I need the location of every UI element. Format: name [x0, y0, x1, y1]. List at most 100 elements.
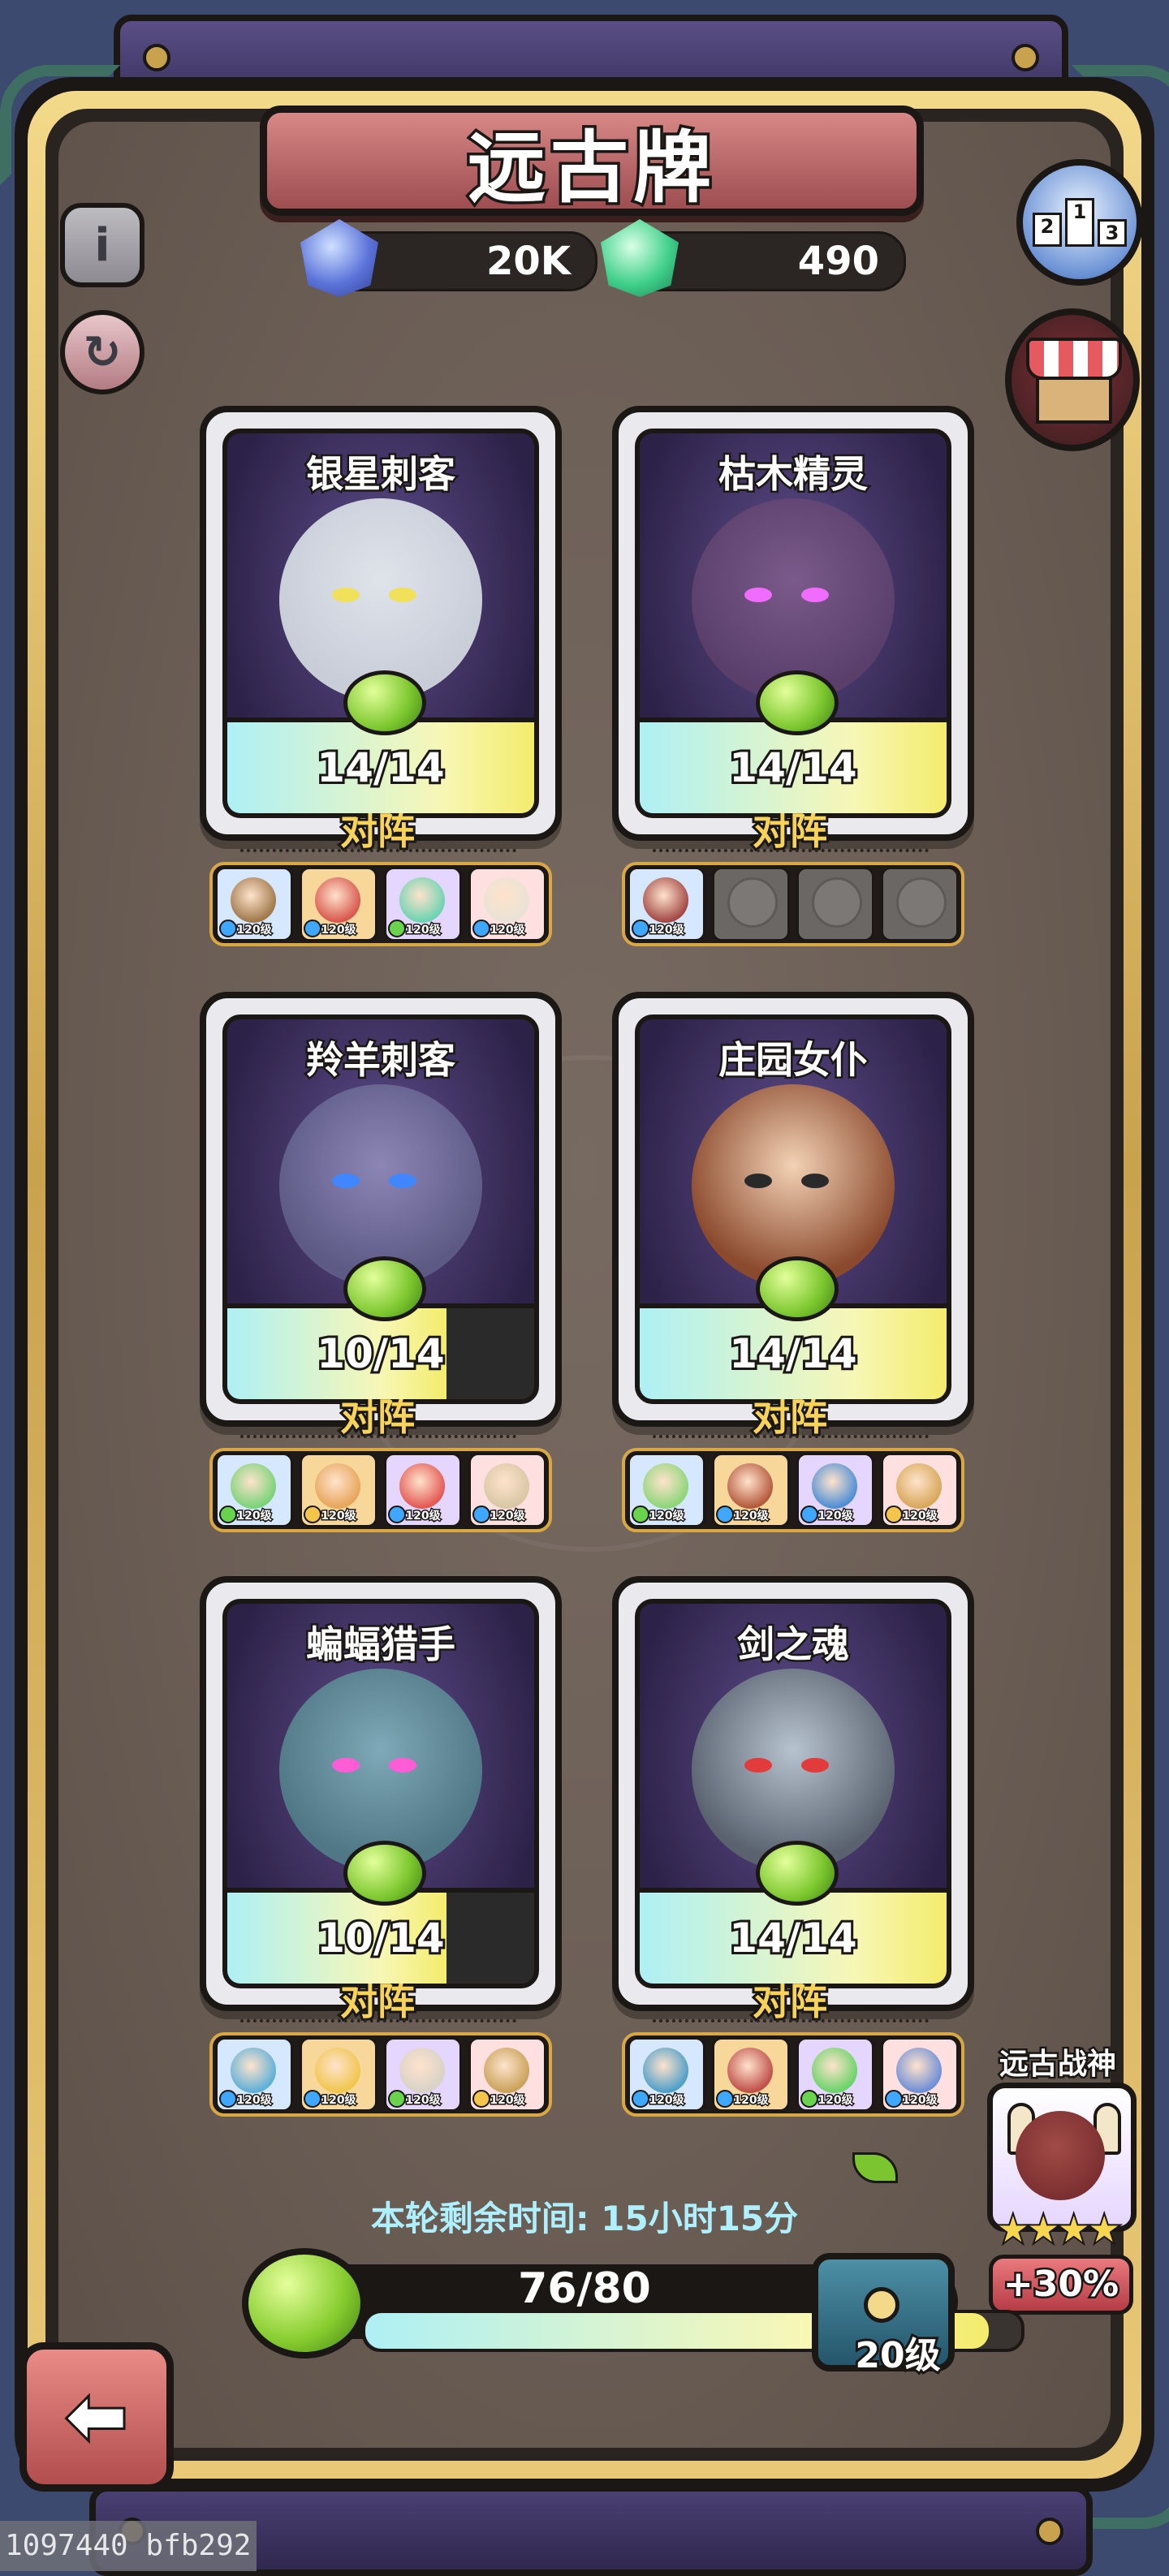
team-hero-portrait[interactable]: 120级 — [881, 2037, 959, 2112]
hero-face — [484, 2048, 529, 2093]
hero-level: 120级 — [817, 2093, 854, 2109]
card-progress-text: 14/14 — [727, 1912, 859, 1964]
hero-level: 120级 — [817, 1509, 854, 1524]
boss-title: 远古战神 — [997, 2046, 1118, 2083]
timer-value: 15小时15分 — [601, 2199, 799, 2238]
team-hero-portrait[interactable]: 120级 — [215, 867, 293, 941]
hero-face — [812, 2048, 857, 2093]
shop-button[interactable] — [1005, 308, 1140, 451]
portrait-eye — [801, 1174, 829, 1188]
card-artwork: 枯木精灵 14/14 — [635, 429, 951, 818]
team-hero-portrait[interactable]: 120级 — [796, 2037, 874, 2112]
refresh-button[interactable]: ↻ — [60, 310, 145, 394]
ancient-card[interactable]: 枯木精灵 14/14 — [612, 406, 974, 841]
team-hero-empty-slot — [881, 867, 959, 941]
team-hero-portrait[interactable]: 120级 — [628, 2037, 705, 2112]
blue-gem-count: 20K — [486, 239, 571, 284]
empty-silhouette-icon — [812, 877, 862, 928]
timer-label: 本轮剩余时间: — [370, 2199, 589, 2238]
portrait-eye — [801, 1758, 829, 1773]
portrait-eye — [744, 1174, 772, 1188]
vs-divider — [240, 849, 516, 852]
team-hero-portrait[interactable]: 120级 — [796, 1453, 874, 1527]
round-timer: 本轮剩余时间: 15小时15分 — [244, 2191, 925, 2241]
team-hero-portrait[interactable]: 120级 — [468, 2037, 546, 2112]
card-name: 庄园女仆 — [717, 1036, 870, 1084]
ancient-card[interactable]: 庄园女仆 14/14 — [612, 992, 974, 1427]
shop-icon — [1026, 338, 1122, 380]
vs-divider — [653, 1435, 929, 1438]
hero-level: 120级 — [235, 1509, 273, 1524]
card-seed-icon — [343, 1256, 426, 1321]
ancient-card[interactable]: 剑之魂 14/14 — [612, 1576, 974, 2011]
hero-face — [643, 2048, 688, 2093]
hero-level: 120级 — [901, 1509, 938, 1524]
hero-face — [231, 877, 276, 923]
reward-level: 20级 — [852, 2333, 943, 2379]
portrait-eye — [332, 588, 360, 602]
team-hero-portrait[interactable]: 120级 — [468, 1453, 546, 1527]
card-name: 银星刺客 — [304, 450, 458, 498]
portrait-eye — [332, 1758, 360, 1773]
hero-face — [231, 2048, 276, 2093]
team-hero-portrait[interactable]: 120级 — [628, 867, 705, 941]
empty-silhouette-icon — [727, 877, 778, 928]
card-seed-icon — [756, 1256, 839, 1321]
card-artwork: 羚羊刺客 10/14 — [222, 1014, 539, 1404]
team-hero-portrait[interactable]: 120级 — [300, 1453, 377, 1527]
hero-face — [643, 1463, 688, 1509]
ancient-card[interactable]: 羚羊刺客 10/14 — [200, 992, 562, 1427]
back-button[interactable]: ⬅ — [19, 2342, 174, 2492]
card-name: 剑之魂 — [735, 1621, 852, 1669]
card-seed-icon — [756, 670, 839, 735]
hero-face — [399, 877, 445, 923]
hero-face — [484, 1463, 529, 1509]
hero-level: 120级 — [404, 923, 442, 938]
opponent-team: 120级 120级 120级 120级 — [209, 862, 552, 946]
team-hero-portrait[interactable]: 120级 — [881, 1453, 959, 1527]
team-hero-portrait[interactable]: 120级 — [712, 2037, 790, 2112]
hero-face — [399, 1463, 445, 1509]
team-hero-portrait[interactable]: 120级 — [628, 1453, 705, 1527]
hero-face — [812, 1463, 857, 1509]
hero-level: 120级 — [648, 923, 685, 938]
team-hero-portrait[interactable]: 120级 — [215, 1453, 293, 1527]
portrait-eye — [332, 1174, 360, 1188]
refresh-icon: ↻ — [83, 325, 122, 379]
seed-icon — [242, 2248, 367, 2358]
card-name: 羚羊刺客 — [304, 1036, 458, 1084]
team-hero-portrait[interactable]: 120级 — [384, 867, 462, 941]
hero-level: 120级 — [648, 2093, 685, 2109]
hero-face — [484, 877, 529, 923]
opponent-team: 120级 120级 120级 120级 — [209, 1448, 552, 1532]
portrait-eye — [801, 588, 829, 602]
back-arrow-icon: ⬅ — [63, 2374, 129, 2459]
portrait-eye — [744, 588, 772, 602]
watermark-text: 1097440 bfb292 — [0, 2521, 257, 2571]
hero-face — [727, 1463, 773, 1509]
ranking-button[interactable]: 2 1 3 — [1016, 159, 1143, 286]
ancient-card[interactable]: 蝙蝠猎手 10/14 — [200, 1576, 562, 2011]
team-hero-empty-slot — [712, 867, 790, 941]
team-hero-portrait[interactable]: 120级 — [384, 1453, 462, 1527]
team-hero-portrait[interactable]: 120级 — [300, 2037, 377, 2112]
hero-face — [727, 2048, 773, 2093]
empty-silhouette-icon — [896, 877, 947, 928]
team-hero-portrait[interactable]: 120级 — [215, 2037, 293, 2112]
hero-face — [896, 1463, 942, 1509]
hero-level: 120级 — [320, 2093, 357, 2109]
team-hero-portrait[interactable]: 120级 — [300, 867, 377, 941]
vs-divider — [240, 1435, 516, 1438]
card-artwork: 蝙蝠猎手 10/14 — [222, 1599, 539, 1988]
card-progress-text: 10/14 — [314, 1912, 446, 1964]
boss-buff-badge: +30% — [989, 2255, 1133, 2315]
team-hero-portrait[interactable]: 120级 — [712, 1453, 790, 1527]
team-hero-portrait[interactable]: 120级 — [468, 867, 546, 941]
hero-face — [231, 1463, 276, 1509]
ancient-card[interactable]: 银星刺客 14/14 — [200, 406, 562, 841]
hero-face — [399, 2048, 445, 2093]
hero-level: 120级 — [489, 923, 526, 938]
hero-level: 120级 — [732, 1509, 770, 1524]
info-button[interactable]: i — [60, 203, 145, 287]
team-hero-portrait[interactable]: 120级 — [384, 2037, 462, 2112]
